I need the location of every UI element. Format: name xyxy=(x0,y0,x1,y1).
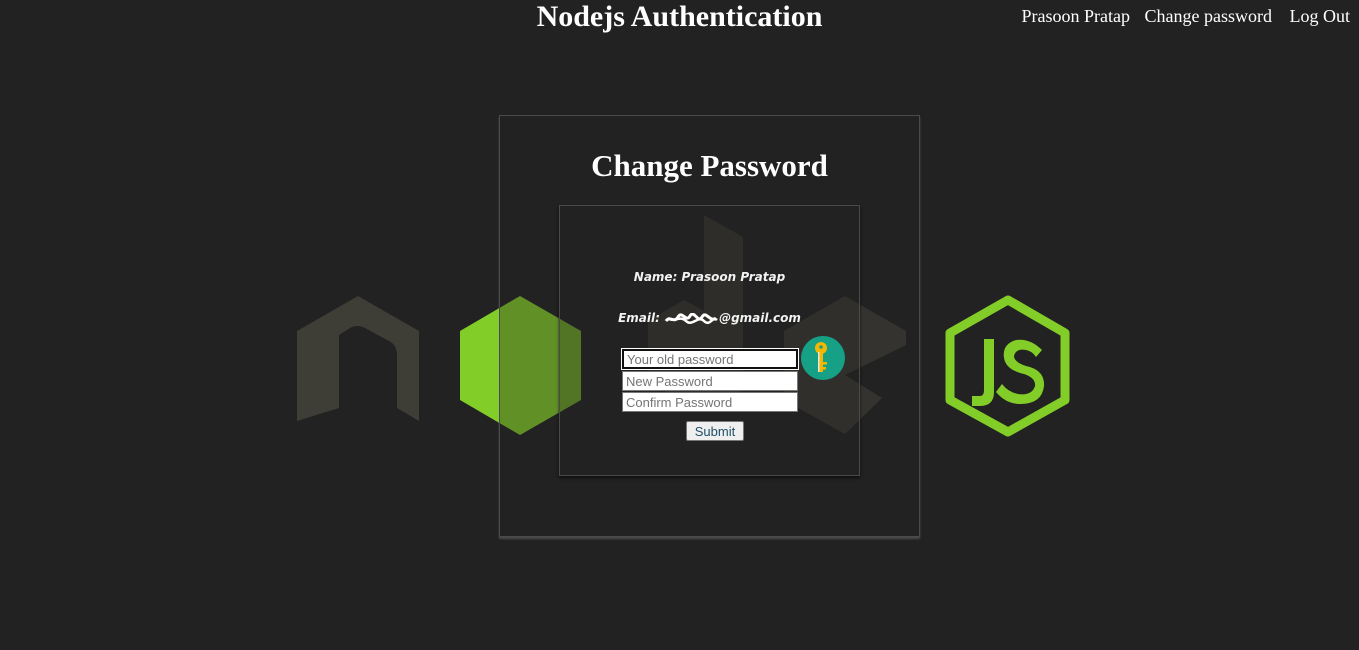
submit-button[interactable]: Submit xyxy=(686,421,744,441)
new-password-input[interactable] xyxy=(622,371,798,391)
change-password-form: Name: Prasoon Pratap Email: @gmail.com S… xyxy=(559,205,860,476)
key-icon[interactable] xyxy=(801,336,845,380)
old-password-input[interactable] xyxy=(622,349,798,369)
logo-js-hexagon xyxy=(945,295,1070,437)
change-password-card: Change Password Name: Prasoon Pratap Ema… xyxy=(499,115,920,537)
email-domain: @gmail.com xyxy=(719,311,801,325)
user-email-text: Email: @gmail.com xyxy=(560,311,859,325)
logo-letter-n xyxy=(297,296,419,421)
redaction-scribble xyxy=(664,312,718,324)
nav-logout-link[interactable]: Log Out xyxy=(1290,6,1351,26)
user-name-text: Name: Prasoon Pratap xyxy=(633,270,786,284)
email-label: Email: xyxy=(618,311,665,325)
top-nav: Prasoon Pratap Change password Log Out xyxy=(1022,6,1350,26)
card-title: Change Password xyxy=(591,148,828,183)
confirm-password-input[interactable] xyxy=(622,392,798,412)
nav-change-password-link[interactable]: Change password xyxy=(1145,6,1272,26)
nav-user-link[interactable]: Prasoon Pratap xyxy=(1022,6,1130,26)
